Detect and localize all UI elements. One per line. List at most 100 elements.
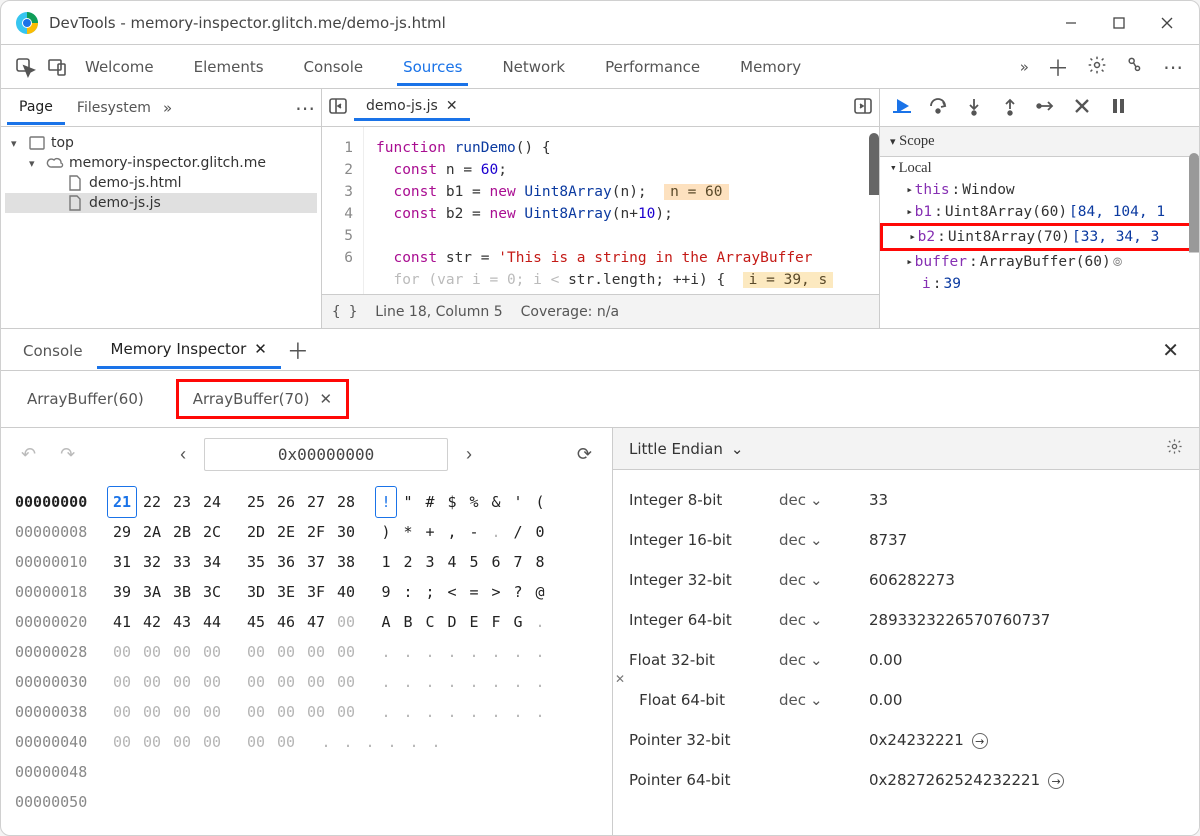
hex-byte[interactable]: 3E <box>271 577 301 607</box>
ascii-byte[interactable]: . <box>441 697 463 727</box>
ascii-byte[interactable]: 3 <box>419 547 441 577</box>
memtab-arraybuffer70[interactable]: ArrayBuffer(70) ✕ <box>176 379 349 419</box>
ascii-byte[interactable]: * <box>397 517 419 547</box>
ascii-byte[interactable]: . <box>397 637 419 667</box>
panel-tab-elements[interactable]: Elements <box>188 48 270 86</box>
hex-byte[interactable]: 00 <box>271 727 301 757</box>
minimize-button[interactable] <box>1047 1 1095 45</box>
hex-byte[interactable]: 3D <box>241 577 271 607</box>
hex-byte[interactable]: 42 <box>137 607 167 637</box>
hex-byte[interactable]: 33 <box>167 547 197 577</box>
hex-byte[interactable]: 00 <box>331 667 361 697</box>
ascii-byte[interactable]: , <box>441 517 463 547</box>
ascii-byte[interactable]: . <box>529 607 551 637</box>
ascii-byte[interactable]: . <box>485 697 507 727</box>
ascii-byte[interactable]: . <box>419 697 441 727</box>
more-nav-tabs-icon[interactable]: » <box>163 99 172 117</box>
ascii-byte[interactable]: & <box>485 487 507 517</box>
ascii-byte[interactable]: . <box>397 697 419 727</box>
redo-icon[interactable]: ↷ <box>54 443 81 466</box>
scope-scrollbar[interactable] <box>1189 153 1199 295</box>
hex-byte[interactable]: 00 <box>301 637 331 667</box>
ascii-byte[interactable]: = <box>463 577 485 607</box>
ascii-byte[interactable]: . <box>529 637 551 667</box>
undo-icon[interactable]: ↶ <box>15 443 42 466</box>
hex-byte[interactable]: 40 <box>331 577 361 607</box>
pause-exceptions-icon[interactable] <box>1108 96 1128 120</box>
toggle-navigator-icon[interactable] <box>328 96 348 120</box>
hex-byte[interactable]: 37 <box>301 547 331 577</box>
ascii-byte[interactable]: $ <box>441 487 463 517</box>
settings-icon[interactable] <box>1087 55 1107 79</box>
hex-byte[interactable]: 00 <box>331 607 361 637</box>
hex-byte[interactable]: 00 <box>331 697 361 727</box>
nav-kebab-menu-icon[interactable]: ⋯ <box>295 96 315 120</box>
hex-byte[interactable]: 32 <box>137 547 167 577</box>
hex-byte[interactable]: 2E <box>271 517 301 547</box>
hex-byte[interactable]: 3A <box>137 577 167 607</box>
scope-item[interactable]: ▾ buffer: ArrayBuffer(60) ⦾ <box>880 251 1199 273</box>
hex-byte[interactable]: 25 <box>241 487 271 517</box>
ascii-byte[interactable]: . <box>507 637 529 667</box>
device-toolbar-icon[interactable] <box>41 51 73 83</box>
hex-byte[interactable]: 2D <box>241 517 271 547</box>
ascii-byte[interactable]: . <box>485 667 507 697</box>
repr-selector[interactable]: dec ⌄ <box>779 491 869 509</box>
tree-node-origin[interactable]: ▾ memory-inspector.glitch.me <box>5 153 317 173</box>
scope-section-local[interactable]: ▾ Local <box>880 157 1199 179</box>
hex-byte[interactable]: 21 <box>107 486 137 518</box>
endianness-selector[interactable]: Little Endian ⌄ <box>613 428 1199 470</box>
close-tab-icon[interactable]: ✕ <box>446 98 458 114</box>
ascii-byte[interactable]: . <box>463 667 485 697</box>
panel-tab-console[interactable]: Console <box>298 48 370 86</box>
code-editor[interactable]: 123456 function runDemo() { const n = 60… <box>322 127 879 294</box>
hex-byte[interactable]: 00 <box>271 637 301 667</box>
tab-filesystem[interactable]: Filesystem <box>65 92 163 123</box>
ascii-byte[interactable]: 7 <box>507 547 529 577</box>
drawer-tab-memory-inspector[interactable]: Memory Inspector ✕ <box>97 330 281 369</box>
editor-scrollbar[interactable] <box>869 133 879 288</box>
ascii-byte[interactable]: F <box>485 607 507 637</box>
scope-item[interactable]: ▾ b1: Uint8Array(60) [84, 104, 1 <box>880 201 1199 223</box>
repr-selector[interactable]: dec ⌄ <box>779 531 869 549</box>
panel-tab-welcome[interactable]: Welcome <box>79 48 160 86</box>
ascii-byte[interactable]: . <box>315 727 337 757</box>
pretty-print-icon[interactable]: { } <box>332 304 357 320</box>
refresh-icon[interactable]: ⟳ <box>571 443 598 466</box>
hex-byte[interactable]: 00 <box>167 697 197 727</box>
ascii-byte[interactable]: > <box>485 577 507 607</box>
close-tab-icon[interactable]: ✕ <box>254 340 267 358</box>
tab-page[interactable]: Page <box>7 91 65 125</box>
hex-byte[interactable]: 31 <box>107 547 137 577</box>
panel-tab-performance[interactable]: Performance <box>599 48 706 86</box>
ascii-byte[interactable]: # <box>419 487 441 517</box>
hex-byte[interactable]: 00 <box>107 727 137 757</box>
more-panels-icon[interactable]: » <box>1020 58 1029 76</box>
ascii-byte[interactable]: / <box>507 517 529 547</box>
ascii-byte[interactable]: A <box>375 607 397 637</box>
ascii-byte[interactable]: 4 <box>441 547 463 577</box>
ascii-byte[interactable]: . <box>425 727 447 757</box>
ascii-byte[interactable]: . <box>463 697 485 727</box>
ascii-byte[interactable]: D <box>441 607 463 637</box>
scope-item-b2[interactable]: ▾ b2: Uint8Array(70) [33, 34, 3 <box>880 223 1199 251</box>
hex-byte[interactable]: 00 <box>137 637 167 667</box>
hex-byte[interactable]: 44 <box>197 607 227 637</box>
ascii-byte[interactable]: . <box>507 667 529 697</box>
jump-to-address-icon[interactable]: → <box>1048 773 1064 789</box>
hex-byte[interactable]: 00 <box>197 727 227 757</box>
panel-tab-network[interactable]: Network <box>496 48 571 86</box>
ascii-byte[interactable]: 9 <box>375 577 397 607</box>
prev-page-icon[interactable]: ‹ <box>174 443 192 466</box>
hex-byte[interactable]: 00 <box>197 697 227 727</box>
maximize-button[interactable] <box>1095 1 1143 45</box>
repr-selector[interactable]: dec ⌄ <box>779 571 869 589</box>
hex-byte[interactable]: 3C <box>197 577 227 607</box>
hex-byte[interactable]: 00 <box>137 697 167 727</box>
ascii-byte[interactable]: . <box>441 667 463 697</box>
hex-byte[interactable]: 00 <box>301 697 331 727</box>
toggle-debugger-icon[interactable] <box>853 96 873 120</box>
hex-byte[interactable]: 3B <box>167 577 197 607</box>
hex-byte[interactable]: 00 <box>197 667 227 697</box>
hex-byte[interactable]: 39 <box>107 577 137 607</box>
